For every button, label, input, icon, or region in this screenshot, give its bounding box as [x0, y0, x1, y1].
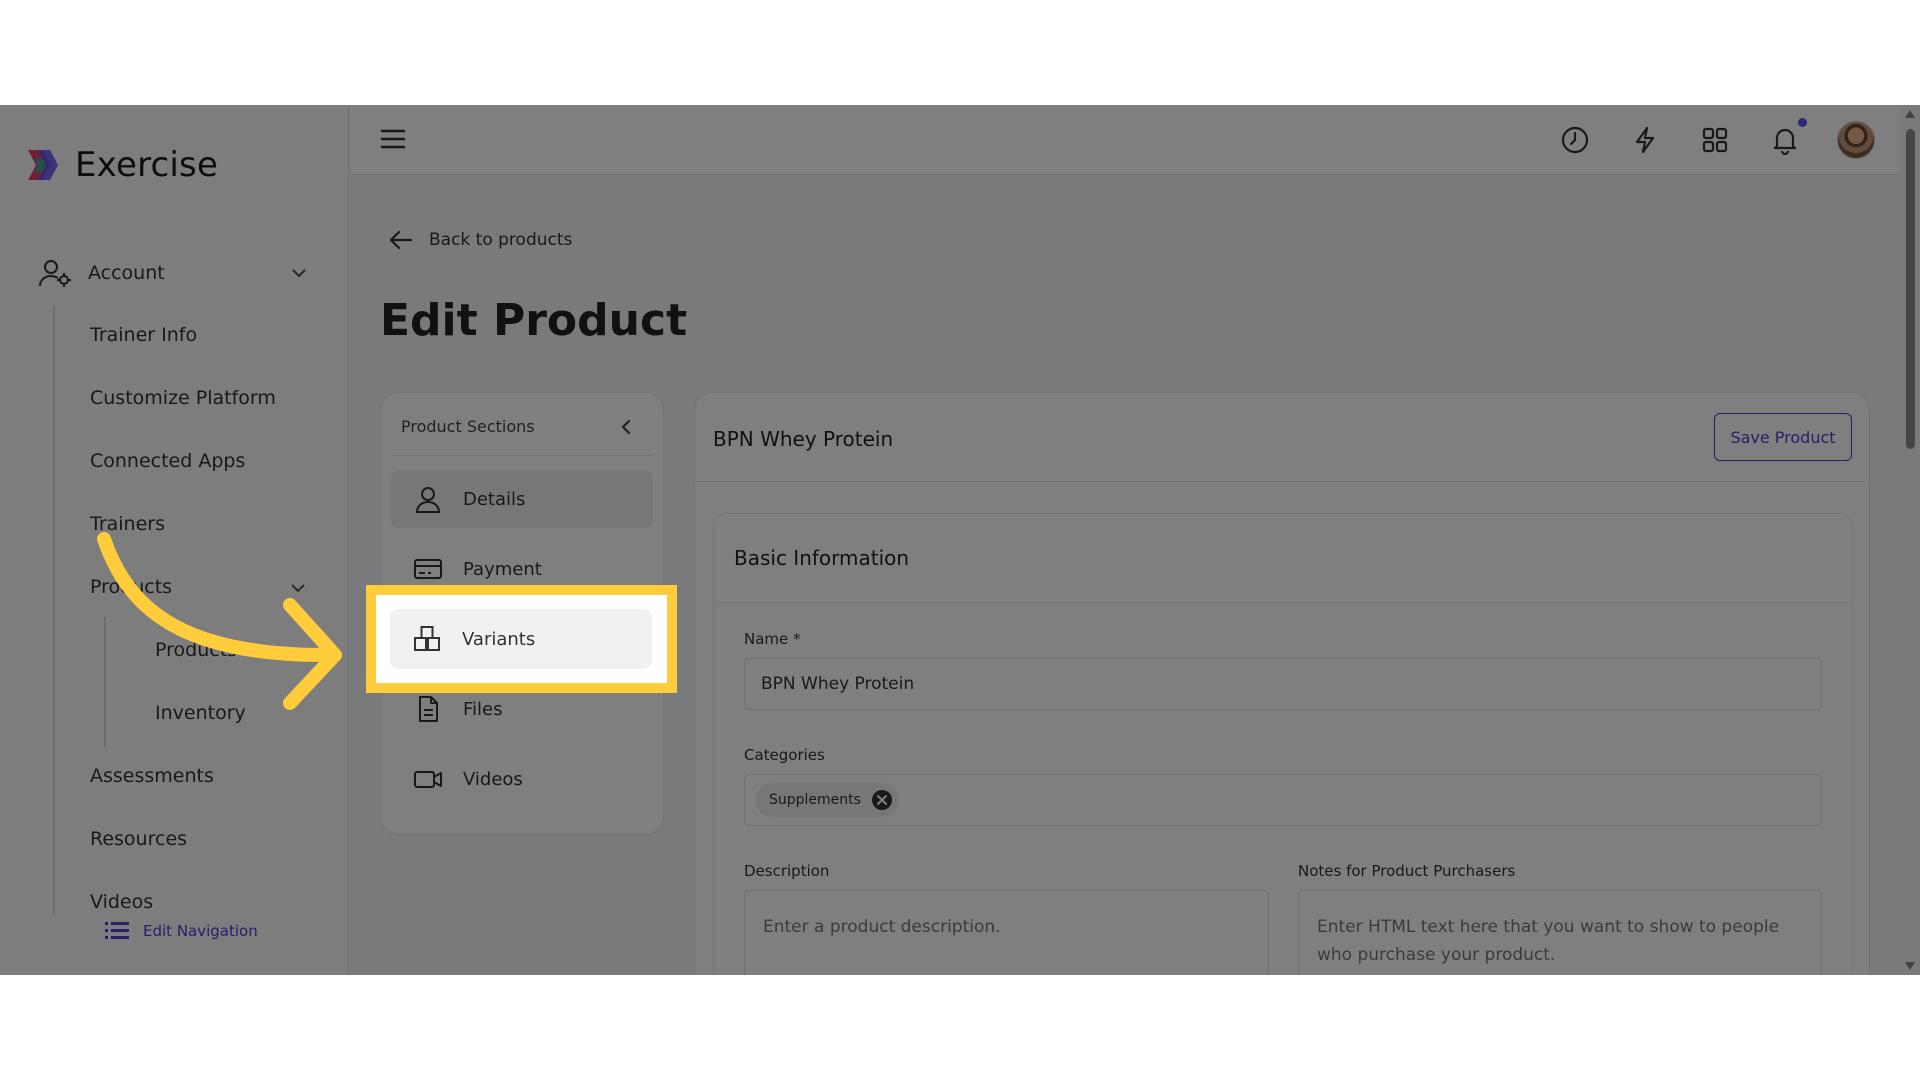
- boxes-icon: [414, 626, 440, 651]
- user-icon: [415, 487, 441, 513]
- divider: [391, 455, 653, 456]
- clock-icon[interactable]: [1560, 125, 1590, 155]
- scrollbar[interactable]: [1900, 105, 1920, 975]
- highlight-variants: Variants: [366, 585, 677, 693]
- sidebar-item-resources[interactable]: Resources: [90, 828, 187, 850]
- description-textarea[interactable]: Enter a product description.: [744, 890, 1269, 975]
- basic-information-heading: Basic Information: [734, 546, 910, 570]
- categories-label: Categories: [744, 746, 825, 764]
- description-label: Description: [744, 862, 830, 880]
- sidebar-item-connected-apps[interactable]: Connected Apps: [90, 450, 245, 472]
- section-item-variants-highlighted[interactable]: Variants: [390, 609, 652, 669]
- categories-input[interactable]: Supplements: [744, 774, 1822, 826]
- chevron-down-icon: [292, 269, 306, 278]
- sidebar-item-videos[interactable]: Videos: [90, 891, 153, 913]
- basic-information-panel: Basic Information Name * BPN Whey Protei…: [713, 513, 1854, 975]
- page-title: Edit Product: [380, 295, 688, 346]
- file-icon: [419, 696, 438, 722]
- scroll-down-icon[interactable]: [1905, 962, 1915, 970]
- section-item-details[interactable]: Details: [391, 470, 653, 528]
- save-product-button[interactable]: Save Product: [1714, 413, 1852, 461]
- notes-placeholder: Enter HTML text here that you want to sh…: [1317, 917, 1780, 965]
- bell-icon[interactable]: [1770, 125, 1800, 155]
- chevron-left-icon[interactable]: [619, 417, 633, 437]
- section-item-label: Variants: [462, 628, 536, 650]
- back-to-products-link[interactable]: Back to products: [389, 230, 572, 250]
- credit-card-icon: [414, 559, 442, 579]
- description-placeholder: Enter a product description.: [763, 917, 1001, 937]
- divider: [695, 481, 1871, 482]
- arrow-left-icon: [389, 230, 413, 250]
- notes-label: Notes for Product Purchasers: [1298, 862, 1516, 880]
- notes-textarea[interactable]: Enter HTML text here that you want to sh…: [1298, 890, 1822, 975]
- section-item-videos[interactable]: Videos: [391, 750, 653, 808]
- menu-icon[interactable]: [380, 127, 406, 151]
- list-icon: [105, 922, 129, 939]
- nav-tree-line: [53, 305, 55, 915]
- pointer-arrow-icon: [97, 532, 342, 710]
- sections-heading: Product Sections: [401, 417, 535, 436]
- edit-navigation-label: Edit Navigation: [143, 922, 258, 940]
- section-item-label: Files: [463, 698, 503, 720]
- notification-dot: [1798, 118, 1807, 127]
- name-input[interactable]: BPN Whey Protein: [744, 658, 1822, 710]
- back-label: Back to products: [429, 230, 573, 250]
- name-label: Name *: [744, 630, 801, 648]
- sidebar-item-label: Account: [88, 262, 165, 284]
- section-item-label: Details: [463, 488, 526, 510]
- name-input-value: BPN Whey Protein: [761, 674, 915, 694]
- app-window: Exercise Account Trainer Info Customize …: [0, 105, 1920, 975]
- scroll-thumb[interactable]: [1906, 129, 1915, 449]
- category-chip: Supplements: [755, 783, 899, 817]
- section-item-label: Payment: [463, 558, 542, 580]
- sidebar-item-trainer-info[interactable]: Trainer Info: [90, 324, 197, 346]
- lightning-icon[interactable]: [1630, 125, 1660, 155]
- category-chip-label: Supplements: [769, 792, 861, 808]
- logo[interactable]: Exercise: [24, 145, 218, 185]
- avatar[interactable]: [1837, 121, 1875, 159]
- grid-icon[interactable]: [1700, 125, 1730, 155]
- divider: [714, 602, 1854, 603]
- app-name: Exercise: [75, 145, 219, 185]
- logo-icon: [28, 150, 58, 180]
- topbar: [350, 105, 1900, 175]
- sidebar-item-assessments[interactable]: Assessments: [90, 765, 214, 787]
- sidebar-item-customize-platform[interactable]: Customize Platform: [90, 387, 276, 409]
- video-icon: [414, 771, 442, 788]
- product-name-heading: BPN Whey Protein: [713, 427, 894, 451]
- sidebar-item-account[interactable]: Account: [38, 253, 308, 293]
- edit-navigation-link[interactable]: Edit Navigation: [105, 920, 258, 942]
- section-item-label: Videos: [463, 768, 523, 790]
- remove-chip-icon[interactable]: [871, 789, 893, 811]
- product-card: BPN Whey Protein Save Product Basic Info…: [694, 392, 1871, 975]
- scroll-up-icon[interactable]: [1905, 110, 1915, 118]
- user-settings-icon: [39, 260, 71, 287]
